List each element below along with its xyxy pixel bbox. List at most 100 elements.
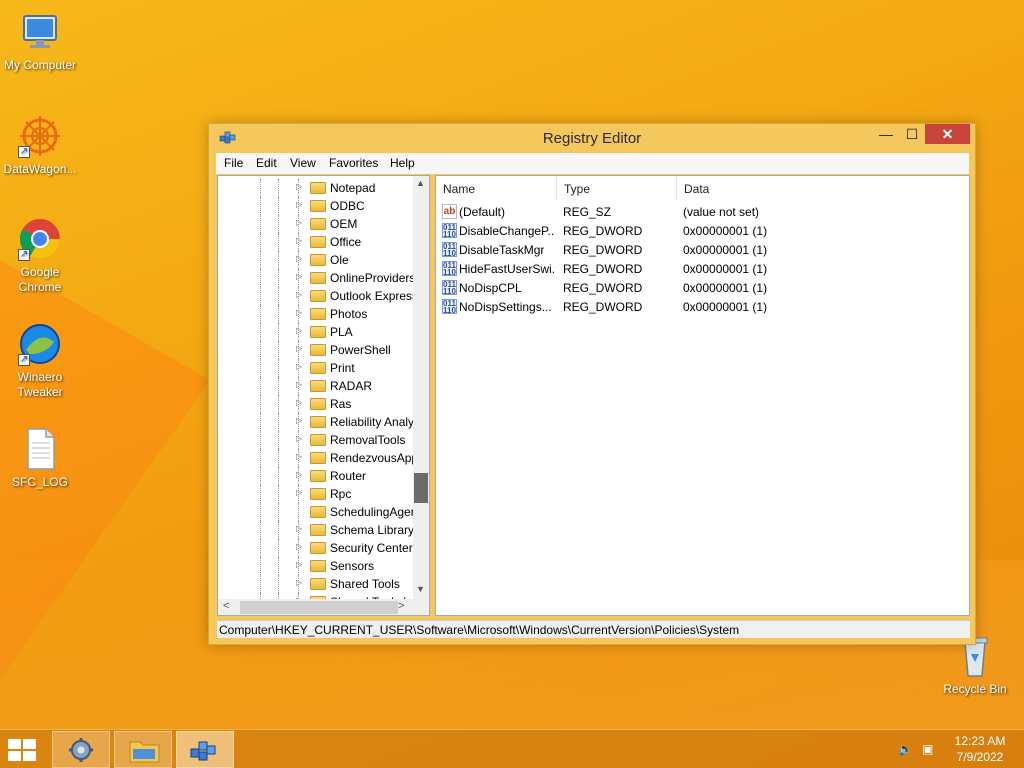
- values-list-pane[interactable]: Name Type Data ab (Default) REG_SZ (value n…: [435, 175, 970, 616]
- tree-key-row[interactable]: ▷ Router: [218, 467, 413, 485]
- tree-guide-line: [278, 233, 279, 251]
- tree-key-row[interactable]: ▷ Office: [218, 233, 413, 251]
- tree-key-row[interactable]: ▷ Ole: [218, 251, 413, 269]
- windows-logo-icon: [8, 751, 21, 761]
- expand-arrow-icon[interactable]: ▷: [296, 326, 302, 335]
- taskbar-file-explorer-button[interactable]: [114, 731, 172, 768]
- expand-arrow-icon[interactable]: ▷: [296, 488, 302, 497]
- menu-view[interactable]: View: [290, 156, 316, 170]
- expand-arrow-icon[interactable]: ▷: [296, 560, 302, 569]
- expand-arrow-icon[interactable]: ▷: [296, 452, 302, 461]
- scroll-down-icon[interactable]: ▼: [416, 584, 425, 594]
- expand-arrow-icon[interactable]: ▷: [296, 344, 302, 353]
- tree-key-row[interactable]: ▷ Notepad: [218, 179, 413, 197]
- registry-value-row[interactable]: 011 110 NoDispSettings... REG_DWORD 0x000000…: [436, 297, 969, 316]
- tree-key-row[interactable]: ▷ PLA: [218, 323, 413, 341]
- tree-key-row[interactable]: ▷ Photos: [218, 305, 413, 323]
- expand-arrow-icon[interactable]: ▷: [296, 380, 302, 389]
- column-header-data[interactable]: Data: [677, 176, 967, 200]
- expand-arrow-icon[interactable]: ▷: [296, 524, 302, 533]
- tree-guide-line: [260, 323, 261, 341]
- scroll-left-icon[interactable]: <: [223, 600, 229, 612]
- menu-edit[interactable]: Edit: [256, 156, 277, 170]
- expand-arrow-icon[interactable]: ▷: [296, 290, 302, 299]
- value-name: NoDispSettings...: [459, 300, 552, 314]
- expand-arrow-icon[interactable]: ▷: [296, 398, 302, 407]
- expand-arrow-icon[interactable]: ▷: [296, 254, 302, 263]
- registry-value-row[interactable]: 011 110 DisableChangeP... REG_DWORD 0x000000…: [436, 221, 969, 240]
- network-icon[interactable]: ▣: [922, 742, 933, 756]
- scroll-up-icon[interactable]: ▲: [416, 178, 425, 188]
- tree-key-label: RemovalTools: [330, 433, 406, 447]
- expand-arrow-icon[interactable]: ▷: [296, 362, 302, 371]
- expand-arrow-icon[interactable]: ▷: [296, 182, 302, 191]
- registry-editor-window[interactable]: Registry Editor — ☐ ✕ File Edit View Fav…: [208, 123, 976, 645]
- expand-arrow-icon[interactable]: ▷: [296, 416, 302, 425]
- tree-guide-line: [278, 521, 279, 539]
- expand-arrow-icon[interactable]: ▷: [296, 200, 302, 209]
- expand-arrow-icon[interactable]: ▷: [296, 218, 302, 227]
- tree-key-row[interactable]: ▷ PowerShell: [218, 341, 413, 359]
- expand-arrow-icon[interactable]: ▷: [296, 434, 302, 443]
- tree-key-row[interactable]: ▷ ODBC: [218, 197, 413, 215]
- tree-key-row[interactable]: ▷ Ras: [218, 395, 413, 413]
- tree-key-row[interactable]: ▷ OEM: [218, 215, 413, 233]
- expand-arrow-icon[interactable]: ▷: [296, 542, 302, 551]
- registry-value-row[interactable]: 011 110 HideFastUserSwi... REG_DWORD 0x00000…: [436, 259, 969, 278]
- shortcut-arrow-icon: ↗: [18, 249, 30, 261]
- tree-horizontal-scrollbar[interactable]: < >: [218, 599, 413, 615]
- tree-key-row[interactable]: ▷ Shared Tools: [218, 575, 413, 593]
- tree-key-row[interactable]: ▷ Sensors: [218, 557, 413, 575]
- desktop-icon-my-computer[interactable]: My Computer: [0, 8, 80, 73]
- expand-arrow-icon[interactable]: ▷: [296, 470, 302, 479]
- desktop-icon-google-chrome[interactable]: ↗ Google Chrome: [0, 215, 80, 295]
- scrollbar-thumb[interactable]: [414, 473, 428, 503]
- tree-key-row[interactable]: ▷ Reliability Analy: [218, 413, 414, 431]
- expand-arrow-icon[interactable]: ▷: [296, 236, 302, 245]
- taskbar-clock[interactable]: 12:23 AM 7/9/2022: [950, 733, 1010, 765]
- minimize-button[interactable]: —: [873, 124, 899, 144]
- tree-key-row[interactable]: ▷ Outlook Express: [218, 287, 418, 305]
- taskbar-registry-editor-button[interactable]: [176, 731, 234, 768]
- tree-key-row[interactable]: ▷ Rpc: [218, 485, 413, 503]
- folder-icon: [310, 542, 326, 554]
- tree-key-row[interactable]: ▷ OnlineProviders: [218, 269, 415, 287]
- start-button[interactable]: [8, 739, 38, 761]
- taskbar-settings-button[interactable]: [52, 731, 110, 768]
- chrome-icon: ↗: [16, 215, 64, 263]
- column-header-name[interactable]: Name: [436, 176, 557, 200]
- expand-arrow-icon[interactable]: ▷: [296, 578, 302, 587]
- menu-file[interactable]: File: [224, 156, 243, 170]
- tree-key-row[interactable]: ▷ Print: [218, 359, 413, 377]
- registry-value-row[interactable]: 011 110 DisableTaskMgr REG_DWORD 0x00000001 …: [436, 240, 969, 259]
- tree-vertical-scrollbar[interactable]: ▲ ▼: [413, 176, 429, 599]
- speaker-muted-icon[interactable]: 🔈: [898, 742, 913, 756]
- title-bar[interactable]: Registry Editor — ☐ ✕: [209, 124, 975, 153]
- menu-favorites[interactable]: Favorites: [329, 156, 378, 170]
- tree-key-row[interactable]: SchedulingAger: [218, 503, 415, 521]
- tree-guide-line: [278, 251, 279, 269]
- tree-key-row[interactable]: ▷ Schema Library: [218, 521, 415, 539]
- registry-value-row[interactable]: ab (Default) REG_SZ (value not set): [436, 202, 969, 221]
- registry-value-row[interactable]: 011 110 NoDispCPL REG_DWORD 0x00000001 (1): [436, 278, 969, 297]
- tree-key-row[interactable]: ▷ RADAR: [218, 377, 413, 395]
- key-tree-pane[interactable]: ▷ Notepad ▷ ODBC ▷ OEM ▷ Office ▷ Ole ▷ OnlineProvi…: [217, 175, 430, 616]
- tree-guide-line: [278, 215, 279, 233]
- expand-arrow-icon[interactable]: ▷: [296, 272, 302, 281]
- close-button[interactable]: ✕: [925, 124, 970, 144]
- desktop-icon-winaero-tweaker[interactable]: ↗ Winaero Tweaker: [0, 320, 80, 400]
- tree-key-row[interactable]: ▷ RendezvousApp: [218, 449, 418, 467]
- tree-key-row[interactable]: ▷ Security Center: [218, 539, 413, 557]
- maximize-button[interactable]: ☐: [899, 124, 925, 144]
- folder-icon: [310, 560, 326, 572]
- menu-help[interactable]: Help: [390, 156, 415, 170]
- desktop-icon-datawagon[interactable]: ↗ DataWagon...: [0, 112, 80, 177]
- folder-icon: [129, 741, 160, 763]
- tree-key-label: Schema Library: [330, 523, 415, 537]
- desktop-icon-sfc-log[interactable]: SFC_LOG: [0, 425, 80, 490]
- scrollbar-thumb[interactable]: [240, 601, 398, 614]
- column-header-type[interactable]: Type: [557, 176, 677, 200]
- tree-key-row[interactable]: ▷ RemovalTools: [218, 431, 413, 449]
- scroll-right-icon[interactable]: >: [398, 600, 404, 612]
- expand-arrow-icon[interactable]: ▷: [296, 308, 302, 317]
